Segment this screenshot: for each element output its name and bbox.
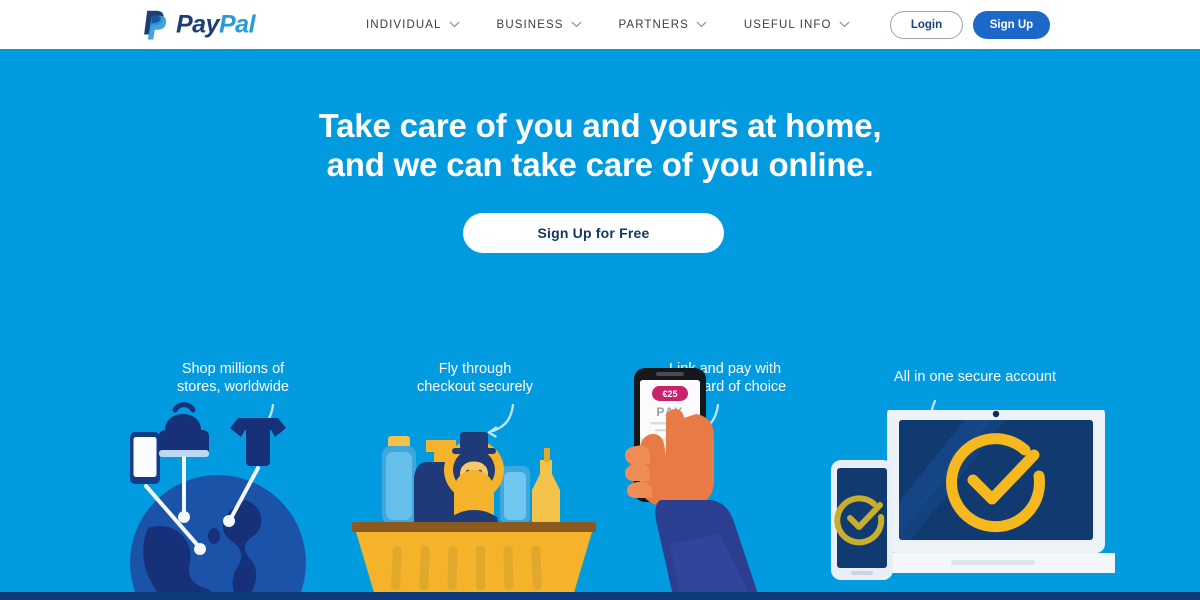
feature-all-in-one-secure: All in one secure account [830,368,1120,580]
nav-label-partners: PARTNERS [618,18,689,31]
headline-line-2: and we can take care of you online. [326,145,874,183]
signup-button[interactable]: Sign Up [973,10,1050,39]
chevron-down-icon [696,21,707,28]
nav-item-useful-info[interactable]: USEFUL INFO [744,19,850,31]
hand-holding-phone-illustration: €25 PAY [625,368,760,600]
bottom-strip [0,592,1200,600]
feature-caption-4: All in one secure account [893,369,1056,385]
site-header: PayPal INDIVIDUAL BUSINESS PARTNERS USEF… [0,0,1200,49]
laptop-phone-checkmark-illustration [831,410,1115,580]
chevron-down-icon [839,21,850,28]
nav-label-business: BUSINESS [496,18,564,31]
nav-label-individual: INDIVIDUAL [366,18,442,31]
feature-caption-2: Fly through checkout securely [416,361,534,396]
shopping-basket-illustration [352,432,596,600]
logo-text-pay: Pay [176,10,219,38]
headline-line-1: Take care of you and yours at home, [318,107,882,144]
svg-text:€25: €25 [662,389,677,399]
paypal-logo-icon [144,10,167,39]
feature-link-and-pay: Link and pay with your card of choice €2… [600,360,850,600]
feature-shop-millions: Shop millions of stores, worldwide [88,360,378,600]
auth-buttons: Login Sign Up [890,10,1050,39]
main-navigation: INDIVIDUAL BUSINESS PARTNERS USEFUL INFO [366,0,850,49]
hero-section: Take care of you and yours at home, and … [0,49,1200,600]
nav-item-partners[interactable]: PARTNERS [619,19,707,31]
signup-for-free-button[interactable]: Sign Up for Free [463,213,724,253]
paypal-logo[interactable]: PayPal [143,9,256,40]
feature-fly-through-checkout: Fly through checkout securely [350,360,600,600]
hero-headline: Take care of you and yours at home, and … [0,107,1200,185]
nav-item-business[interactable]: BUSINESS [497,19,582,31]
logo-text-pal: Pal [218,10,256,38]
nav-item-individual[interactable]: INDIVIDUAL [366,19,460,31]
nav-label-useful-info: USEFUL INFO [743,18,832,31]
chevron-down-icon [449,21,459,28]
login-button[interactable]: Login [890,10,963,39]
globe-with-products-illustration [130,402,306,600]
paypal-wordmark: PayPal [176,10,256,38]
chevron-down-icon [571,21,581,28]
